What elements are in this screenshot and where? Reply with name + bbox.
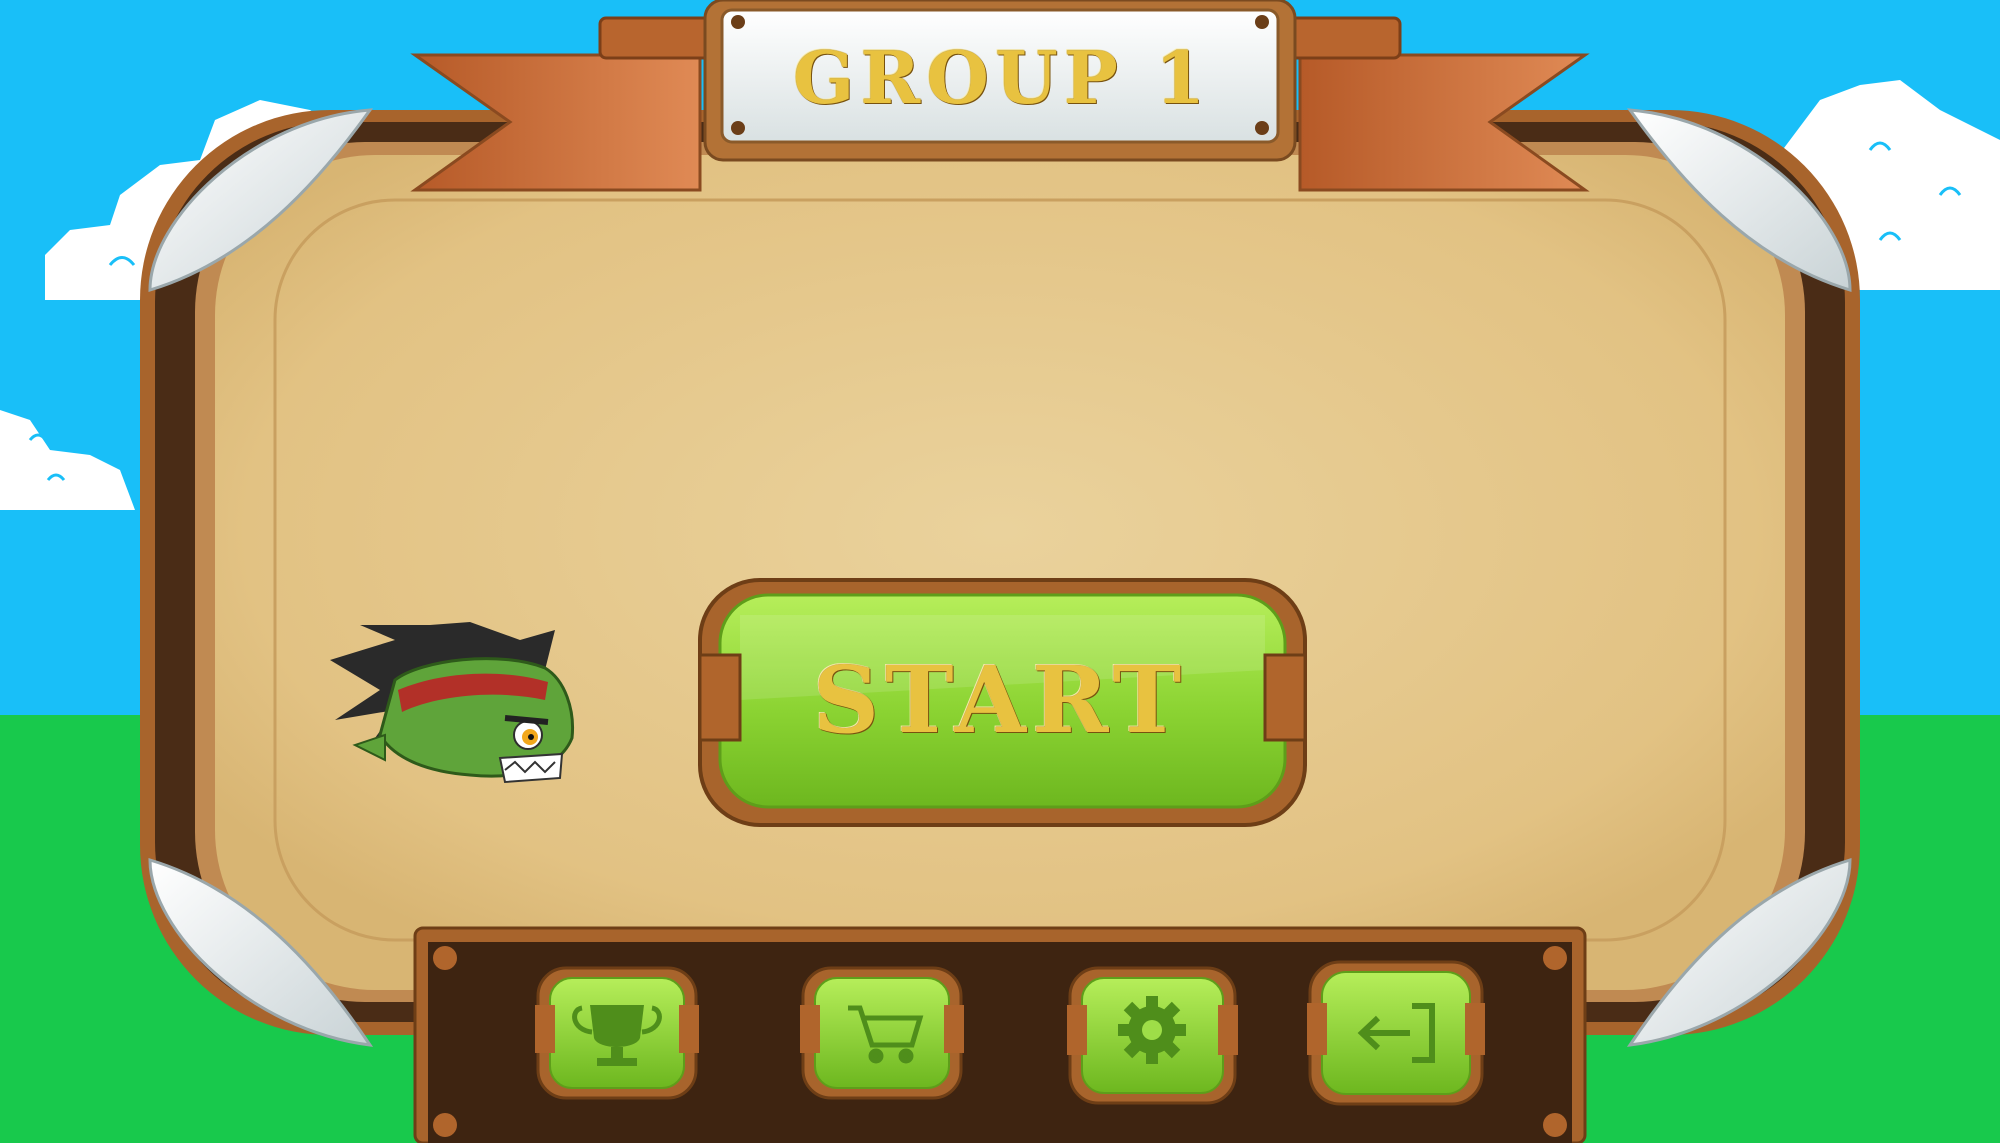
settings-button[interactable] — [1067, 966, 1238, 1105]
exit-button[interactable] — [1307, 960, 1485, 1106]
toolbar-buttons — [535, 960, 1485, 1106]
gear-icon — [1118, 996, 1186, 1064]
trophy-button[interactable] — [535, 966, 699, 1100]
shop-button[interactable] — [800, 966, 964, 1100]
